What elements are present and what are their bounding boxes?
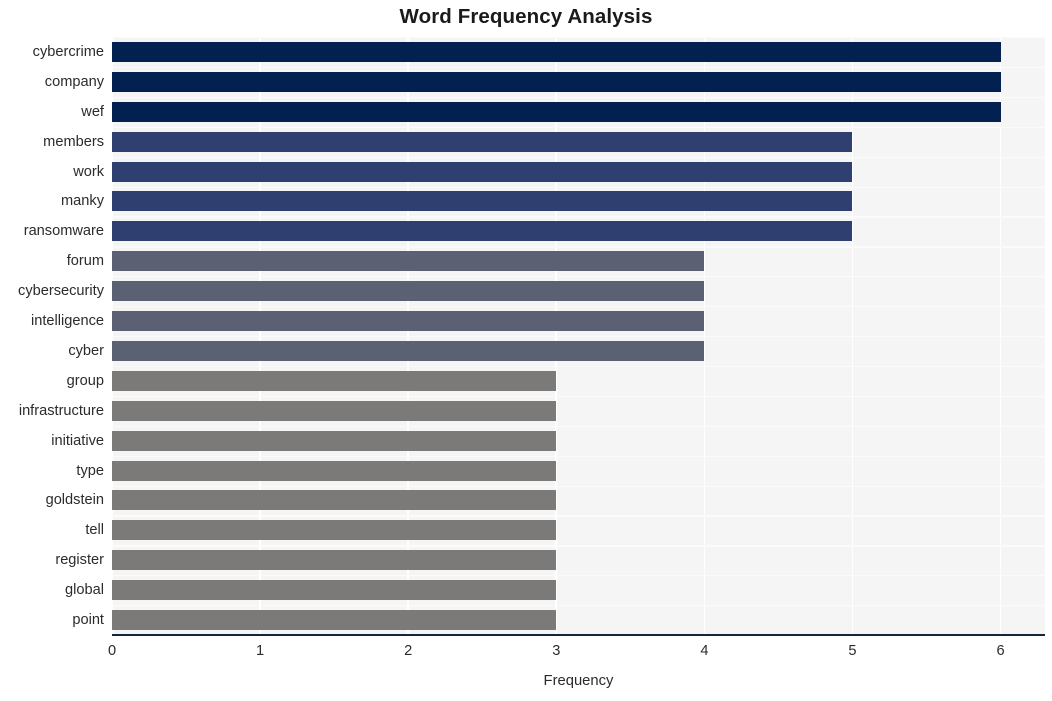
x-axis-tick-labels: 0 1 2 3 4 5 6: [108, 643, 1045, 666]
y-tick-label: forum: [66, 253, 104, 270]
y-tick-label: initiative: [51, 432, 104, 449]
bar: [112, 460, 557, 481]
gridline-row: [112, 246, 1045, 248]
bar: [112, 71, 1001, 92]
y-tick-label: cybersecurity: [18, 283, 104, 300]
y-tick-label: goldstein: [45, 492, 104, 509]
bar: [112, 370, 557, 391]
y-tick-label: company: [44, 73, 104, 90]
gridline-row: [112, 276, 1045, 278]
x-axis-title: Frequency: [543, 673, 614, 689]
plot-area: [112, 37, 1045, 635]
x-tick-label: 5: [848, 643, 857, 659]
bar: [112, 161, 853, 182]
bar: [112, 251, 705, 272]
gridline-row: [112, 66, 1045, 69]
x-tick-label: 2: [404, 643, 413, 659]
bar: [112, 550, 557, 571]
y-tick-label: tell: [85, 522, 104, 539]
bar: [112, 400, 557, 421]
gridline-row: [112, 126, 1045, 128]
gridline-row: [112, 336, 1045, 338]
gridline-row: [112, 545, 1045, 547]
x-tick-label: 0: [107, 643, 117, 659]
y-tick-label: infrastructure: [18, 402, 104, 419]
y-tick-label: group: [66, 372, 104, 389]
gridline-row: [112, 96, 1045, 99]
y-tick-label: intelligence: [30, 313, 104, 330]
bar: [112, 520, 557, 541]
bar: [112, 191, 853, 212]
gridline-row: [112, 186, 1045, 188]
chart-figure: Word Frequency Analysis cybercrime compan…: [0, 0, 1052, 701]
y-tick-label: point: [72, 612, 104, 629]
y-tick-label: wef: [81, 103, 104, 120]
y-axis-tick-labels: cybercrime company wef members work manky rans…: [0, 37, 104, 635]
x-tick-label: 4: [700, 643, 709, 659]
gridline-row: [112, 575, 1045, 577]
gridline-row: [112, 395, 1045, 398]
bar: [112, 430, 557, 451]
y-tick-label: global: [65, 582, 104, 599]
y-tick-label: manky: [61, 193, 104, 210]
y-tick-label: work: [73, 163, 104, 180]
y-tick-label: type: [76, 462, 104, 479]
gridline-row: [112, 515, 1045, 517]
bar: [112, 580, 557, 601]
gridline-row: [112, 365, 1045, 368]
bar: [112, 490, 557, 511]
bar: [112, 221, 853, 242]
gridline-row: [112, 485, 1045, 487]
bar: [112, 340, 705, 361]
bar: [112, 41, 1001, 62]
y-tick-label: members: [43, 133, 104, 150]
x-tick-label: 1: [256, 643, 265, 659]
bar: [112, 311, 705, 332]
y-tick-label: register: [55, 552, 104, 569]
chart-title: Word Frequency Analysis: [399, 5, 653, 28]
x-tick-label: 6: [996, 643, 1005, 659]
gridline-row: [112, 455, 1045, 457]
bar: [112, 610, 557, 631]
y-tick-label: ransomware: [23, 223, 104, 240]
y-tick-label: cybercrime: [32, 43, 104, 60]
gridline-row: [112, 216, 1045, 218]
gridline-row: [112, 156, 1045, 158]
x-tick-label: 3: [552, 643, 561, 659]
gridline-row: [112, 425, 1045, 427]
bar: [112, 101, 1001, 122]
gridline-row: [112, 37, 1045, 39]
bar: [112, 281, 705, 302]
bar: [112, 131, 853, 152]
x-axis-line: [112, 634, 1045, 636]
gridline-row: [112, 605, 1045, 607]
y-tick-label: cyber: [68, 342, 104, 359]
gridline-row: [112, 306, 1045, 308]
